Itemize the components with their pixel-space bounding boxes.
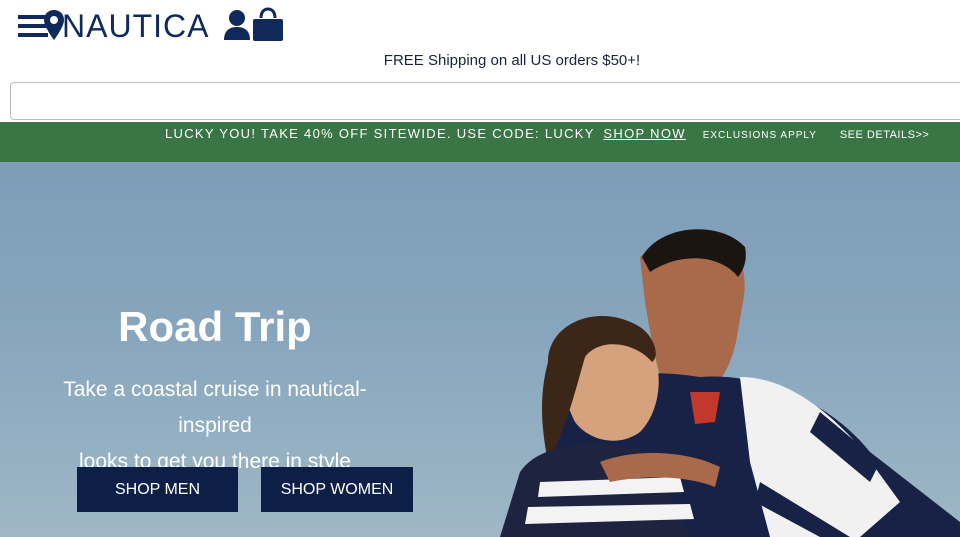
nautica-logo[interactable]: NAUTICA xyxy=(62,7,209,45)
shop-now-link[interactable]: SHOP NOW xyxy=(603,126,685,141)
search-input[interactable] xyxy=(10,82,960,120)
shop-men-button[interactable]: SHOP MEN xyxy=(77,467,238,512)
exclusions-text: EXCLUSIONS APPLY xyxy=(702,130,817,141)
hero-subtitle: Take a coastal cruise in nautical-inspir… xyxy=(30,372,400,480)
hero-banner[interactable]: Road Trip Take a coastal cruise in nauti… xyxy=(0,162,960,537)
promo-text: LUCKY YOU! TAKE 40% OFF SITEWIDE. USE CO… xyxy=(165,126,595,141)
site-header: NAUTICA xyxy=(0,0,960,50)
shop-women-button[interactable]: SHOP WOMEN xyxy=(261,467,413,512)
promo-banner: LUCKY YOU! TAKE 40% OFF SITEWIDE. USE CO… xyxy=(0,122,960,162)
see-details-link[interactable]: SEE DETAILS>> xyxy=(840,129,929,141)
hero-subtitle-line: Take a coastal cruise in nautical-inspir… xyxy=(63,378,367,437)
shopping-bag-icon[interactable] xyxy=(250,6,286,42)
user-icon[interactable] xyxy=(223,9,251,41)
hero-title: Road Trip xyxy=(118,303,312,350)
free-shipping-banner: FREE Shipping on all US orders $50+! xyxy=(383,52,641,69)
